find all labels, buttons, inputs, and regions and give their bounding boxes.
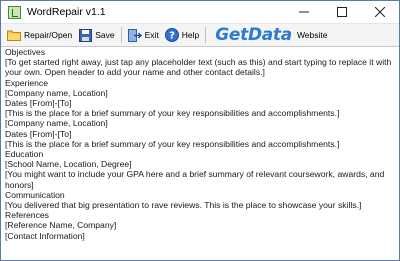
exit-label: Exit bbox=[144, 30, 159, 40]
save-icon bbox=[78, 28, 92, 42]
doc-line-references-heading: References bbox=[5, 210, 49, 221]
app-window: WordRepair v1.1 Repair/Open Save Exit ? … bbox=[0, 0, 400, 261]
close-icon bbox=[375, 7, 385, 17]
document-text-area[interactable]: Objectives [To get started right away, j… bbox=[1, 46, 399, 260]
help-button[interactable]: ? Help bbox=[162, 25, 202, 45]
window-controls bbox=[285, 1, 399, 23]
website-button[interactable]: Website bbox=[294, 25, 331, 45]
maximize-button[interactable] bbox=[323, 1, 361, 23]
exit-icon bbox=[127, 28, 142, 42]
doc-line-company-1: [Company name, Location] bbox=[5, 87, 108, 98]
close-button[interactable] bbox=[361, 1, 399, 23]
exit-button[interactable]: Exit bbox=[125, 25, 162, 45]
toolbar-separator bbox=[120, 27, 122, 43]
doc-line-communication-text: [You delivered that big presentation to … bbox=[5, 200, 362, 211]
doc-line-communication-heading: Communication bbox=[5, 189, 65, 200]
maximize-icon bbox=[337, 7, 347, 17]
svg-text:?: ? bbox=[169, 31, 175, 42]
help-icon: ? bbox=[164, 28, 179, 42]
logo-part-get: Get bbox=[215, 25, 248, 45]
folder-icon bbox=[7, 28, 21, 42]
toolbar: Repair/Open Save Exit ? Help Get Data We… bbox=[1, 23, 399, 47]
doc-line-objectives-text: [To get started right away, just tap any… bbox=[5, 57, 394, 78]
app-icon bbox=[8, 5, 21, 19]
window-title: WordRepair v1.1 bbox=[27, 6, 106, 18]
doc-line-summary-1: [This is the place for a brief summary o… bbox=[5, 108, 340, 119]
doc-line-contact-info: [Contact Information] bbox=[5, 230, 85, 241]
logo-part-data: Data bbox=[247, 25, 292, 45]
save-label: Save bbox=[95, 30, 115, 40]
doc-line-school: [School Name, Location, Degree] bbox=[5, 159, 132, 170]
doc-line-education-text: [You might want to include your GPA here… bbox=[5, 169, 387, 190]
doc-line-education-heading: Education bbox=[5, 149, 44, 160]
website-label: Website bbox=[296, 30, 328, 40]
minimize-button[interactable] bbox=[285, 1, 323, 23]
doc-line-company-2: [Company name, Location] bbox=[5, 118, 108, 129]
doc-line-reference-name: [Reference Name, Company] bbox=[5, 220, 117, 231]
doc-line-objectives-heading: Objectives bbox=[5, 47, 46, 57]
repair-open-label: Repair/Open bbox=[24, 30, 73, 40]
doc-line-experience-heading: Experience bbox=[5, 77, 48, 88]
getdata-logo[interactable]: Get Data bbox=[215, 25, 292, 45]
title-bar[interactable]: WordRepair v1.1 bbox=[1, 1, 399, 23]
doc-line-dates-1: Dates [From]-[To] bbox=[5, 98, 72, 109]
toolbar-separator bbox=[205, 27, 207, 43]
doc-line-dates-2: Dates [From]-[To] bbox=[5, 128, 72, 139]
repair-open-button[interactable]: Repair/Open bbox=[4, 25, 75, 45]
doc-line-summary-2: [This is the place for a brief summary o… bbox=[5, 138, 340, 149]
help-label: Help bbox=[181, 30, 200, 40]
minimize-icon bbox=[299, 11, 309, 13]
save-button[interactable]: Save bbox=[75, 25, 117, 45]
